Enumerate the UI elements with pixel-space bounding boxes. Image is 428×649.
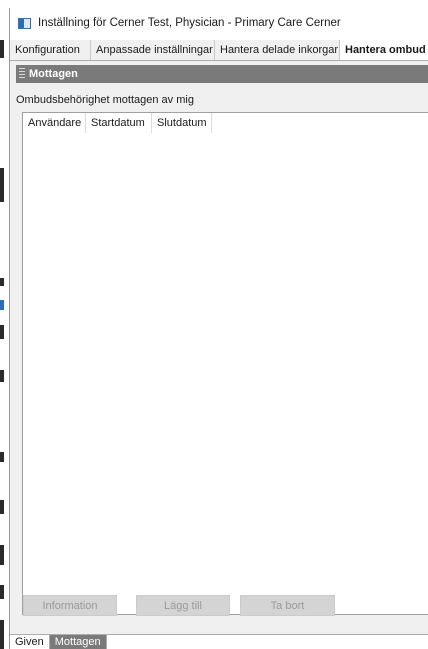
information-button[interactable]: Information [23,595,117,616]
edge-mark [0,585,4,599]
tab-hantera-ombud[interactable]: Hantera ombud [340,40,428,60]
window-app-icon [18,17,31,29]
column-header-end-date[interactable]: Slutdatum [152,113,212,133]
tab-label: Given [15,636,44,648]
tab-label: Mottagen [54,636,101,648]
grip-icon [19,68,25,80]
column-header-start-date[interactable]: Startdatum [86,113,152,133]
grid-header: Användare Startdatum Slutdatum [23,113,428,133]
window-titlebar[interactable]: Inställning för Cerner Test, Physician -… [10,8,428,38]
window-title: Inställning för Cerner Test, Physician -… [38,17,341,29]
delegation-grid[interactable]: Användare Startdatum Slutdatum [22,112,428,615]
tab-label: Hantera ombud [345,44,426,56]
main-tab-strip: Konfiguration Anpassade inställningar Ha… [10,40,428,61]
tab-hantera-delade-inkorgar[interactable]: Hantera delade inkorgar [215,40,340,60]
column-label: Slutdatum [157,117,207,129]
edge-mark [0,452,4,462]
edge-mark [0,168,4,202]
edge-mark [0,500,4,514]
tab-anpassade-installningar[interactable]: Anpassade inställningar [91,40,215,60]
panel-header: Mottagen [16,65,428,83]
delegation-panel: Mottagen Ombudsbehörighet mottagen av mi… [10,61,428,634]
settings-window: Inställning för Cerner Test, Physician -… [9,8,428,649]
section-label: Ombudsbehörighet mottagen av mig [16,94,194,106]
background-window-edge [0,0,8,649]
tab-label: Hantera delade inkorgar [220,44,339,56]
panel-header-title: Mottagen [29,68,78,80]
tab-label: Konfiguration [15,44,80,56]
edge-mark [0,278,4,286]
column-label: Startdatum [91,117,145,129]
remove-button[interactable]: Ta bort [240,595,335,616]
tab-konfiguration[interactable]: Konfiguration [10,40,91,60]
edge-mark [0,370,4,382]
edge-mark [0,40,4,58]
column-label: Användare [28,117,82,129]
column-header-user[interactable]: Användare [23,113,86,133]
edge-mark [0,325,4,339]
edge-mark [0,620,4,649]
tab-mottagen[interactable]: Mottagen [49,635,107,649]
edge-mark [0,300,4,310]
tab-label: Anpassade inställningar [96,44,213,56]
add-button[interactable]: Lägg till [136,595,230,616]
bottom-tab-strip: Given Mottagen [10,634,428,649]
edge-mark [0,545,4,565]
tab-given[interactable]: Given [10,635,50,649]
